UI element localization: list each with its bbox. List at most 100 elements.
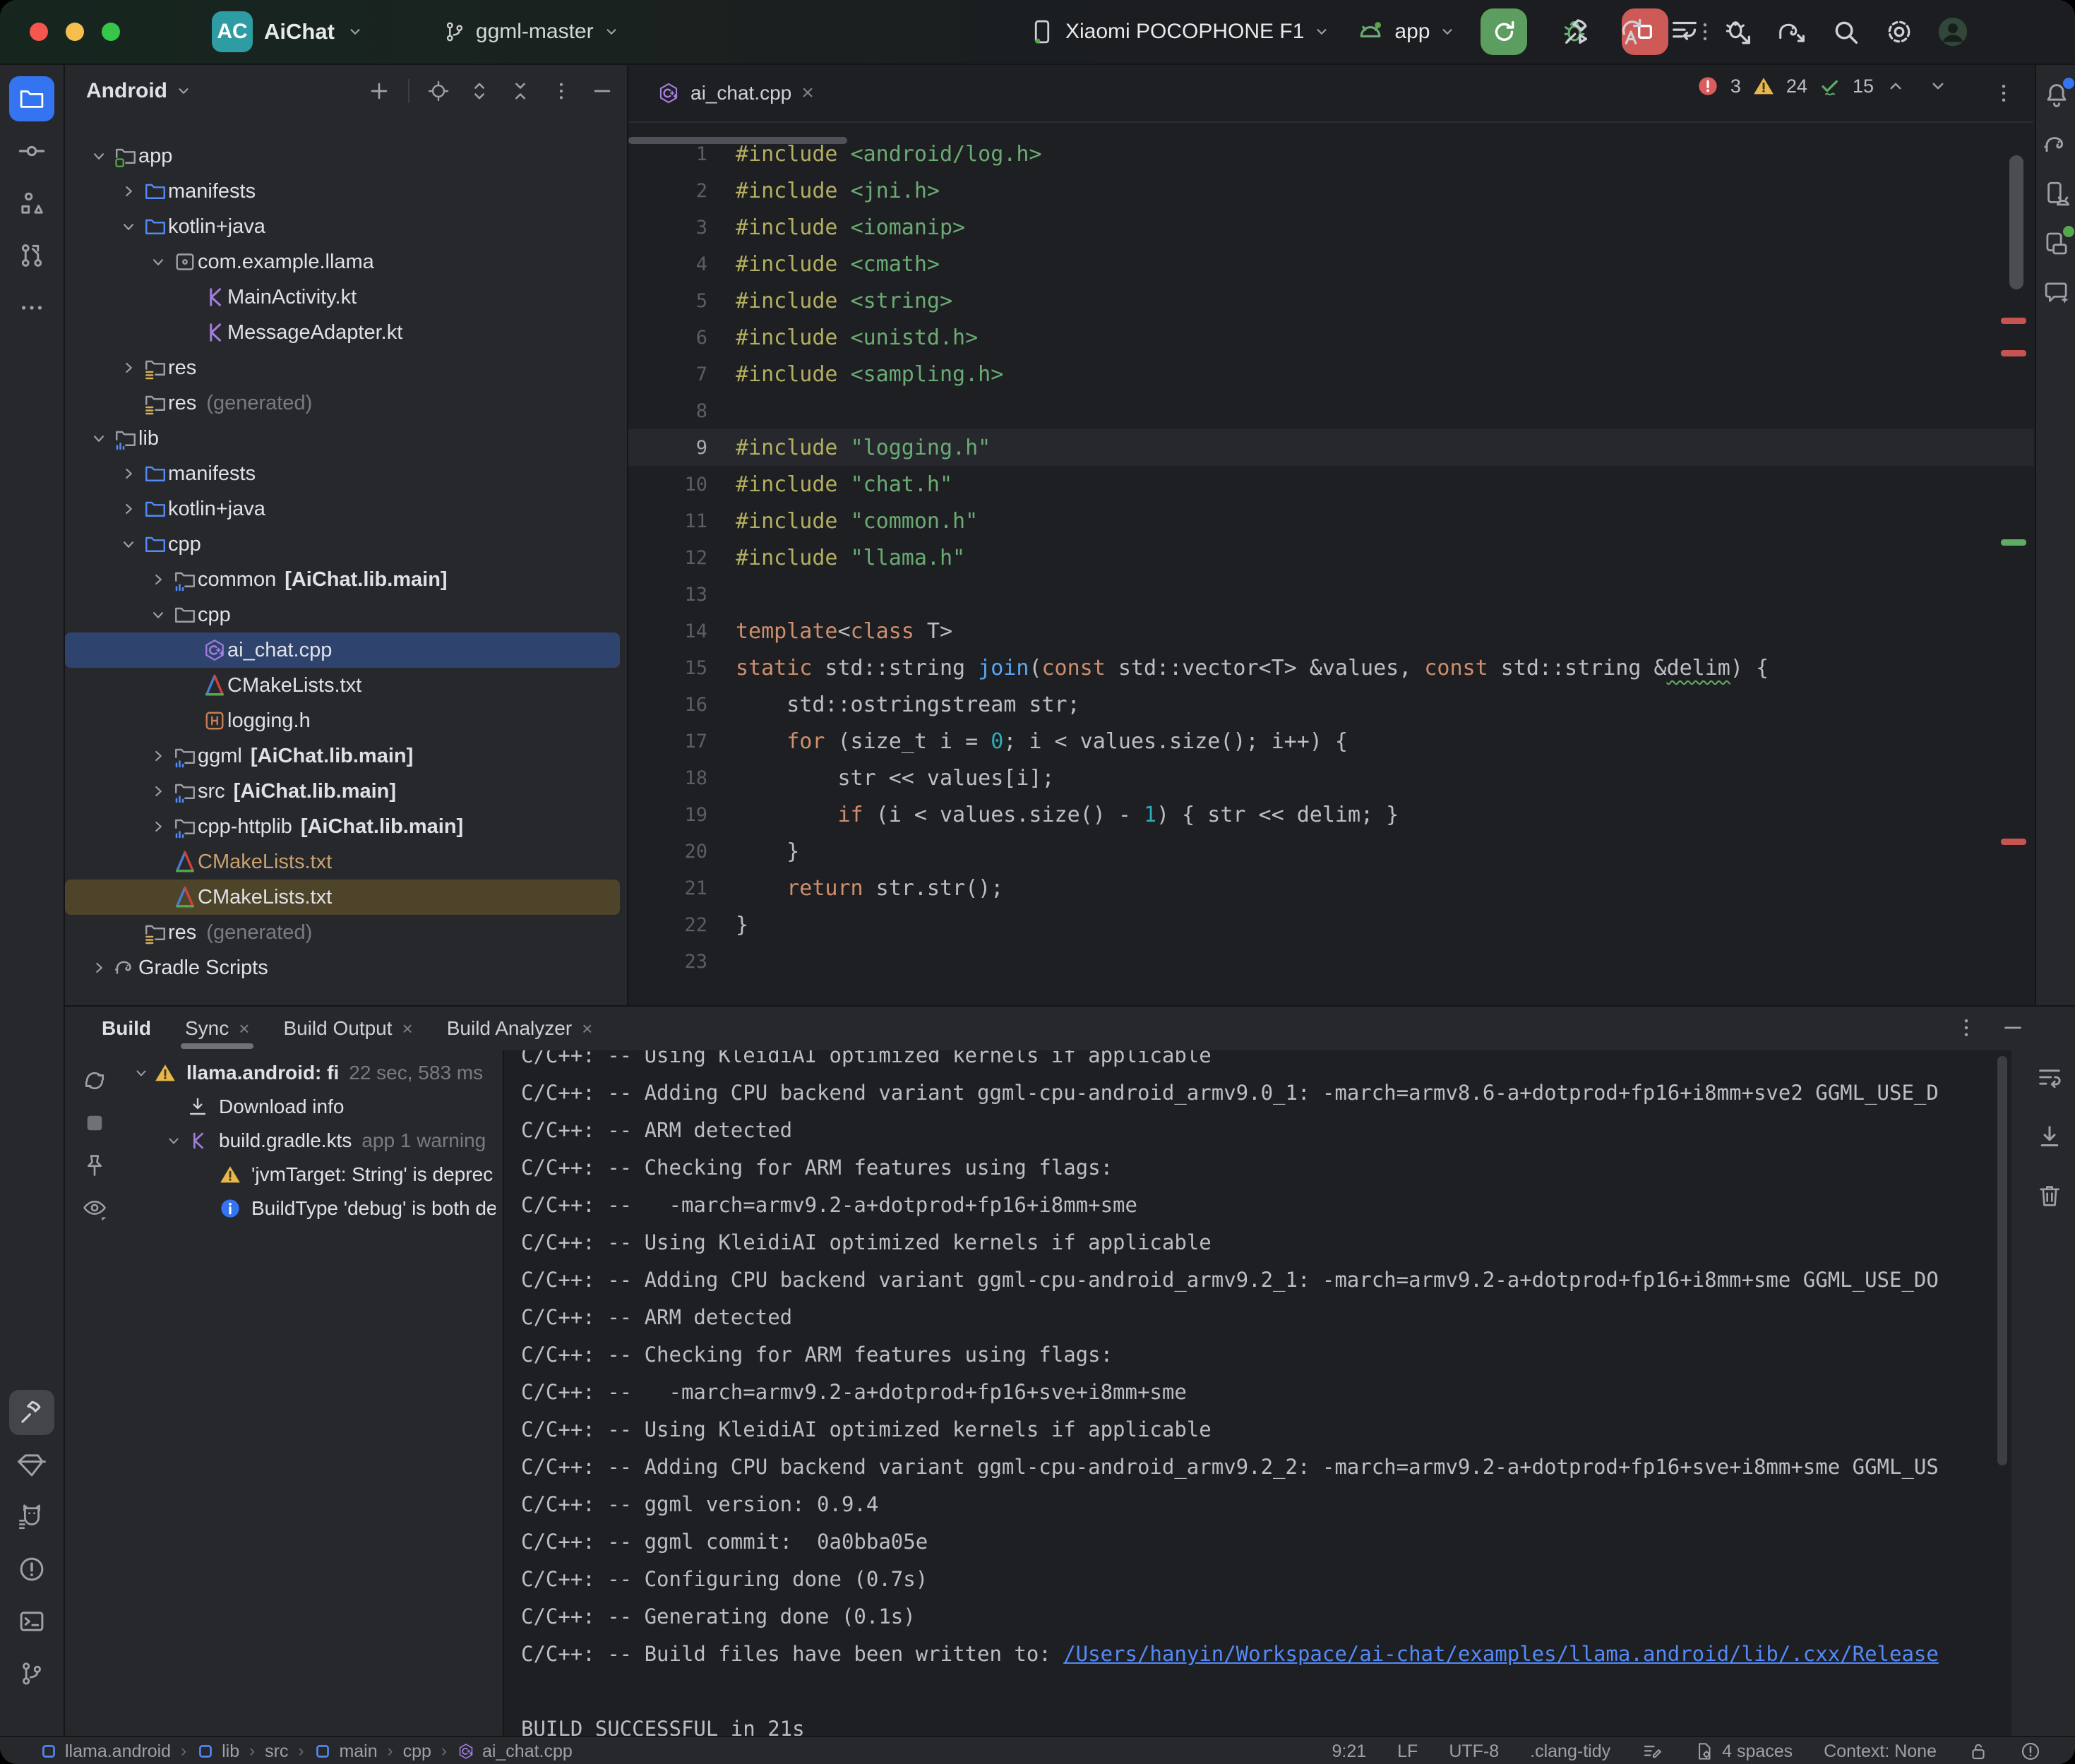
search-everywhere-icon[interactable] <box>1829 16 1862 48</box>
change-stripe-mark[interactable] <box>2001 539 2026 546</box>
add-icon[interactable] <box>367 79 391 103</box>
sidebar-item-more-tool-windows[interactable] <box>9 285 54 330</box>
expand-all-icon[interactable] <box>467 79 491 103</box>
editor-options-icon[interactable] <box>1991 80 2016 106</box>
tab-ai-chat-cpp[interactable]: ai_chat.cpp × <box>644 72 827 114</box>
tab-build-output[interactable]: Build Output× <box>266 1007 429 1050</box>
error-stripe-mark[interactable] <box>2001 350 2026 356</box>
chevron-open-icon[interactable] <box>163 1128 184 1153</box>
sidebar-item-app-quality-insights[interactable] <box>9 1442 54 1487</box>
sidebar-item-commit[interactable] <box>9 128 54 174</box>
status-widget-read-write[interactable] <box>1968 1741 1989 1762</box>
chevron-closed-icon[interactable] <box>114 497 143 521</box>
view-options-icon[interactable] <box>81 1194 108 1221</box>
tree-item-manifests[interactable]: manifests <box>65 456 627 491</box>
sync-tree-item[interactable]: Download info <box>128 1090 496 1124</box>
clear-all-icon[interactable] <box>2035 1182 2064 1210</box>
chevron-closed-icon[interactable] <box>114 356 143 380</box>
close-window-button[interactable] <box>30 23 48 41</box>
chevron-open-icon[interactable] <box>87 142 111 170</box>
sidebar-item-notifications[interactable] <box>2038 76 2075 114</box>
attach-debugger-icon[interactable] <box>1722 16 1754 48</box>
sidebar-item-version-control[interactable] <box>9 1651 54 1696</box>
collapse-all-icon[interactable] <box>508 79 532 103</box>
hide-build-panel-icon[interactable] <box>2000 1015 2026 1040</box>
build-options-icon[interactable] <box>1954 1015 1979 1040</box>
chevron-closed-icon[interactable] <box>144 744 172 768</box>
tree-item-ggml[interactable]: ggml[AiChat.lib.main] <box>65 738 627 774</box>
sidebar-item-problems[interactable] <box>9 1547 54 1592</box>
tab-build-analyzer[interactable]: Build Analyzer× <box>430 1007 610 1050</box>
sidebar-item-pull-requests[interactable] <box>9 233 54 278</box>
tree-item-lib[interactable]: lib <box>65 421 627 456</box>
tree-item-cmakelists-txt[interactable]: CMakeLists.txt <box>65 880 620 915</box>
status-widget-context[interactable]: Context: None <box>1824 1741 1937 1762</box>
tree-item-res[interactable]: res <box>65 350 627 385</box>
sync-tree-item[interactable]: BuildType 'debug' is both de <box>128 1192 496 1225</box>
device-selector[interactable]: Xiaomi POCOPHONE F1 <box>1027 17 1331 47</box>
profiler-icon[interactable] <box>1668 16 1701 48</box>
tree-item-cmakelists-txt[interactable]: CMakeLists.txt <box>65 668 627 703</box>
status-widget-caret-position[interactable]: 9:21 <box>1332 1741 1366 1762</box>
chevron-open-icon[interactable] <box>131 1060 152 1086</box>
status-widget-inspection-highlights[interactable] <box>2020 1741 2041 1762</box>
close-tab-icon[interactable]: × <box>582 1018 592 1040</box>
maximize-window-button[interactable] <box>102 23 120 41</box>
tree-item-res[interactable]: res(generated) <box>65 385 627 421</box>
sync-project-icon[interactable] <box>1776 16 1808 48</box>
build-run-icon[interactable] <box>1561 16 1593 48</box>
chevron-open-icon[interactable] <box>146 248 170 276</box>
tab-sync[interactable]: Sync× <box>168 1007 266 1050</box>
chevron-open-icon[interactable] <box>87 424 111 452</box>
error-stripe-mark[interactable] <box>2001 318 2026 324</box>
vcs-branch-widget[interactable]: ggml-master <box>442 19 621 44</box>
rerun-button[interactable] <box>1481 8 1527 55</box>
project-widget[interactable]: AC AiChat <box>212 11 364 52</box>
settings-icon[interactable] <box>1883 16 1915 48</box>
log-link[interactable]: /Users/hanyin/Workspace/ai-chat/examples… <box>1063 1642 1939 1666</box>
editor-area[interactable]: ai_chat.cpp × 3 24 15 1#include <android… <box>628 65 2033 1005</box>
pin-icon[interactable] <box>81 1152 108 1179</box>
sidebar-item-project[interactable] <box>9 76 54 121</box>
tree-item-cmakelists-txt[interactable]: CMakeLists.txt <box>65 844 627 880</box>
status-widget-indent[interactable]: 4 spaces <box>1694 1741 1793 1762</box>
status-widget-clang-tidy[interactable]: .clang-tidy <box>1530 1741 1610 1762</box>
chevron-open-icon[interactable] <box>146 601 170 629</box>
close-tab-icon[interactable]: × <box>402 1018 413 1040</box>
sync-tree-item[interactable]: 'jvmTarget: String' is deprec <box>128 1158 496 1192</box>
sidebar-item-build[interactable] <box>9 1390 54 1435</box>
sync-tree-item[interactable]: build.gradle.ktsapp 1 warning <box>128 1124 496 1158</box>
chevron-open-icon[interactable] <box>116 530 140 558</box>
tree-item-gradle-scripts[interactable]: Gradle Scripts <box>65 950 627 985</box>
tree-item-messageadapter-kt[interactable]: MessageAdapter.kt <box>65 315 627 350</box>
stop-icon[interactable] <box>81 1110 108 1136</box>
run-configuration-selector[interactable]: app <box>1355 16 1457 47</box>
tree-item-src[interactable]: src[AiChat.lib.main] <box>65 774 627 809</box>
build-log[interactable]: C/C++: -- Using KleidiAI optimized kerne… <box>504 1050 2011 1737</box>
status-widget-formatter[interactable] <box>1642 1741 1663 1762</box>
breadcrumb-item-cpp[interactable]: cpp <box>403 1741 431 1762</box>
tree-item-manifests[interactable]: manifests <box>65 174 627 209</box>
tree-item-common[interactable]: common[AiChat.lib.main] <box>65 562 627 597</box>
tree-item-com-example-llama[interactable]: com.example.llama <box>65 244 627 280</box>
tree-item-cpp[interactable]: cpp <box>65 527 627 562</box>
profile-icon[interactable] <box>1937 16 1969 48</box>
status-widget-encoding[interactable]: UTF-8 <box>1449 1741 1499 1762</box>
tree-item-logging-h[interactable]: logging.h <box>65 703 627 738</box>
close-tab-icon[interactable]: × <box>239 1018 249 1040</box>
scroll-to-end-icon[interactable] <box>2035 1122 2064 1151</box>
chevron-closed-icon[interactable] <box>144 815 172 839</box>
chevron-closed-icon[interactable] <box>114 462 143 486</box>
minimize-window-button[interactable] <box>66 23 84 41</box>
sidebar-item-device-manager[interactable] <box>2038 175 2075 213</box>
previous-problem-icon[interactable] <box>1885 76 1906 97</box>
breadcrumb-item-main[interactable]: main <box>313 1741 377 1762</box>
tree-item-cpp-httplib[interactable]: cpp-httplib[AiChat.lib.main] <box>65 809 627 844</box>
sidebar-item-terminal[interactable] <box>9 1599 54 1644</box>
tree-item-kotlin-java[interactable]: kotlin+java <box>65 209 627 244</box>
tree-item-res[interactable]: res(generated) <box>65 915 627 950</box>
inspections-widget[interactable]: 3 24 15 <box>1697 75 1949 97</box>
log-scrollbar[interactable] <box>1997 1056 2007 1465</box>
editor-scrollbar[interactable] <box>2009 155 2023 289</box>
tree-item-ai-chat-cpp[interactable]: ai_chat.cpp <box>65 632 620 668</box>
